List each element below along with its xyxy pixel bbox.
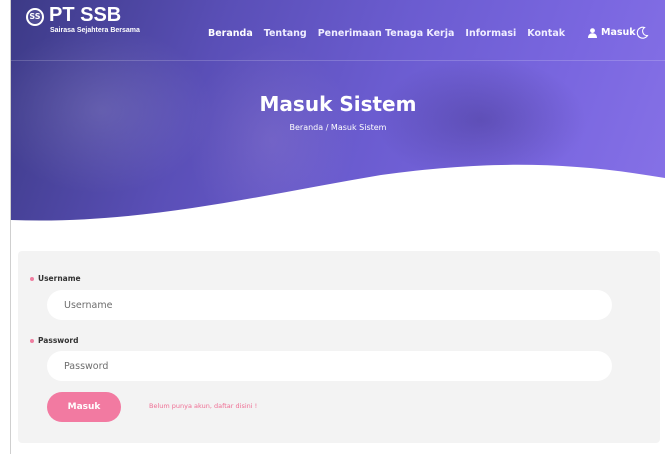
login-nav-link[interactable]: Masuk [588,27,636,38]
page-title: Masuk Sistem [259,92,417,116]
username-label: Username [30,274,81,283]
top-navbar: SS PT SSB Sairasa Sejahtera Bersama Bera… [11,0,665,60]
breadcrumb: Beranda / Masuk Sistem [289,123,387,132]
nav-item-kontak[interactable]: Kontak [527,28,565,39]
nav-item-penerimaan-tenaga-kerja[interactable]: Penerimaan Tenaga Kerja [318,28,455,39]
password-label: Password [30,336,78,345]
login-nav-label: Masuk [601,27,636,38]
username-label-text: Username [38,274,81,283]
hero-wave [11,164,665,230]
required-dot [30,338,34,343]
nav-item-informasi[interactable]: Informasi [465,28,516,39]
brand-name[interactable]: PT SSB [49,4,121,27]
nav-menu: Beranda Tentang Penerimaan Tenaga Kerja … [208,28,565,39]
login-submit-button[interactable]: Masuk [47,392,121,422]
required-dot [30,276,34,281]
user-icon [588,27,597,38]
register-link[interactable]: Belum punya akun, daftar disini ! [149,402,257,410]
logo-icon[interactable]: SS [26,8,44,26]
username-input[interactable] [47,290,612,320]
nav-item-beranda[interactable]: Beranda [208,28,253,39]
password-input[interactable] [47,351,612,381]
nav-item-tentang[interactable]: Tentang [264,28,307,39]
navbar-divider [11,60,665,61]
password-label-text: Password [38,336,79,345]
moon-icon[interactable] [635,26,649,40]
brand-tagline: Sairasa Sejahtera Bersama [50,27,140,34]
